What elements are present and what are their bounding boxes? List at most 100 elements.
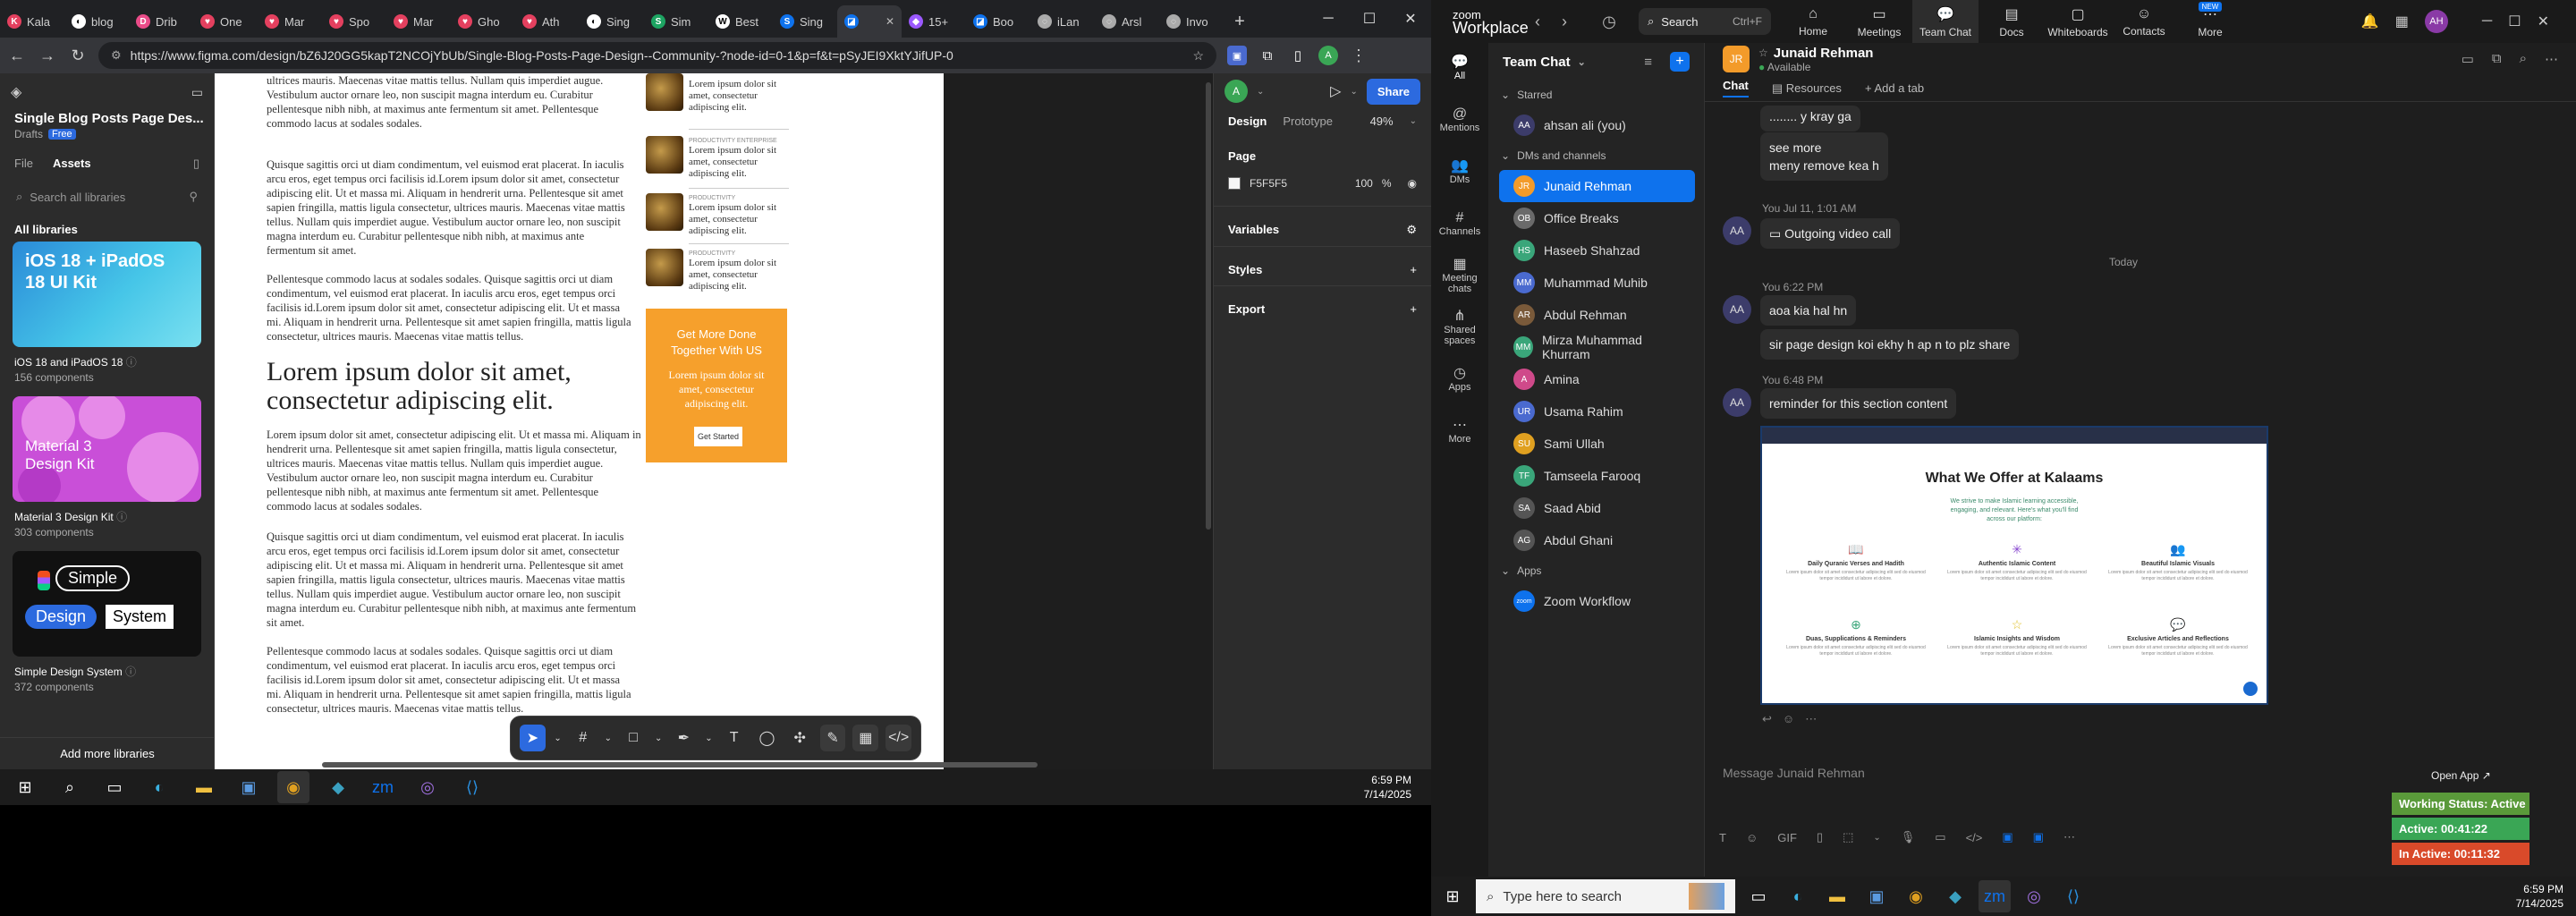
gif-icon[interactable]: GIF [1777,831,1797,844]
chevron-down-icon[interactable]: ⌄ [1257,87,1264,97]
chat-item[interactable]: AR Abdul Rehman [1499,299,1695,331]
browser-tab[interactable]: ◌ Invo [1159,5,1224,38]
drafts-label[interactable]: Drafts [14,128,43,140]
windows-start-icon[interactable]: ⊞ [9,771,41,803]
move-tool-icon[interactable]: ➤ [520,725,546,751]
apps-group[interactable]: ⌄ Apps [1488,556,1704,585]
tab-assets[interactable]: Assets [53,157,91,171]
minimize-icon[interactable]: ─ [1308,11,1349,27]
video-call-message[interactable]: ▭ Outgoing video call [1760,218,1901,249]
zoom-tab-team-chat[interactable]: 💬 Team Chat [1912,0,1979,43]
chevron-down-icon[interactable]: ⌄ [1350,87,1357,97]
vscode-icon[interactable]: ⟨⟩ [2057,880,2089,912]
extension-icon[interactable]: ▣ [1227,46,1247,65]
new-chat-button[interactable]: + [1670,52,1690,72]
chat-item[interactable]: SU Sami Ullah [1499,428,1695,460]
figma-canvas[interactable]: ultrices mauris. Maecenas vitae mattis t… [215,73,1213,769]
zoom-tab-docs[interactable]: ▤ Docs [1979,0,2045,43]
sidebar-post[interactable]: PRODUCTIVITY Lorem ipsum dolor sit amet,… [646,249,789,293]
vpn-icon[interactable]: ◆ [322,771,354,803]
comment-tool-icon[interactable]: ◯ [754,725,780,751]
zoom-search[interactable]: ⌕ Search Ctrl+F [1639,8,1771,35]
chat-item[interactable]: UR Usama Rahim [1499,395,1695,428]
library-card-material[interactable]: Material 3 Design Kit [13,396,201,502]
zoom-tab-whiteboards[interactable]: ▢ Whiteboards [2045,0,2111,43]
back-icon[interactable]: ← [7,47,27,65]
site-info-icon[interactable]: ⚙ [111,48,122,63]
chrome-icon[interactable]: ◉ [277,771,309,803]
github-icon[interactable]: ◎ [411,771,444,803]
tab-resources[interactable]: ▤ Resources [1772,81,1842,96]
screen-share-icon[interactable]: ⧉ [2492,51,2502,67]
message-bubble[interactable]: ........ y kray ga [1760,106,1860,131]
browser-tab[interactable]: ◪ Boo [966,5,1030,38]
video-message-icon[interactable]: ▭ [1935,830,1945,844]
rail-item-mentions[interactable]: @ Mentions [1431,95,1488,147]
file-explorer-icon[interactable]: ▬ [188,771,220,803]
rail-item-channels[interactable]: # Channels [1431,199,1488,250]
star-icon[interactable]: ☆ [1758,47,1768,59]
open-app-link[interactable]: Open App ↗ [2431,769,2491,782]
emoji-react-icon[interactable]: ☺ [1783,712,1794,726]
chrome-icon[interactable]: ◉ [1900,880,1932,912]
reply-icon[interactable]: ↩ [1762,712,1772,726]
maximize-icon[interactable]: ☐ [2508,13,2521,30]
browser-tab[interactable]: ♥ Mar [386,5,451,38]
message-bubble[interactable]: aoa kia hal hn [1760,295,1857,326]
browser-tab[interactable]: ♥ Gho [451,5,515,38]
message-bubble[interactable]: see more meny remove kea h [1760,132,1888,181]
browser-tab[interactable]: ♥ Spo [322,5,386,38]
close-tab-icon[interactable]: ✕ [886,15,894,28]
library-search[interactable]: ⌕ Search all libraries ⚲ [11,183,203,210]
page-color-row[interactable]: F5F5F5 100 % ◉ [1214,172,1431,195]
tab-file[interactable]: File [14,157,33,171]
dropdown-chevron-icon[interactable]: ⌄ [704,725,715,751]
chat-item[interactable]: SA Saad Abid [1499,492,1695,524]
back-icon[interactable]: ‹ [1524,13,1551,31]
attach-file-icon[interactable]: ▯ [1817,830,1823,844]
chat-item[interactable]: JR Junaid Rehman [1499,170,1695,202]
store-icon[interactable]: ▣ [233,771,265,803]
screenshot-icon[interactable]: ⬚ [1843,830,1853,844]
chat-item-zoom-workflow[interactable]: zoom Zoom Workflow [1499,585,1695,617]
history-icon[interactable]: ◷ [1596,13,1623,31]
sender-avatar[interactable]: AA [1723,295,1751,324]
bookmark-star-icon[interactable]: ☆ [1192,48,1204,64]
chat-item[interactable]: HS Haseeb Shahzad [1499,234,1695,267]
extensions-puzzle-icon[interactable]: ⧉ [1258,46,1277,65]
cta-card[interactable]: Get More Done Together With US Lorem ips… [646,309,787,462]
chat-list-title[interactable]: Team Chat [1503,55,1571,70]
vpn-icon[interactable]: ◆ [1939,880,1971,912]
browser-tab[interactable]: ◌ Arsl [1095,5,1159,38]
video-call-icon[interactable]: ▭ [2462,51,2474,67]
browser-menu-icon[interactable]: ⋮ [1349,47,1368,65]
dev-mode-icon[interactable]: </> [886,725,912,751]
actions-tool-icon[interactable]: ✣ [787,725,813,751]
audio-message-icon[interactable]: 🎙 [1901,830,1916,844]
starred-group[interactable]: ⌄ Starred [1488,81,1704,109]
more-icon[interactable]: ⋯ [2063,830,2075,844]
edge-icon[interactable]: ◐ [1782,880,1814,912]
browser-tab[interactable]: K Kala [0,5,64,38]
zoom-taskbar-icon[interactable]: zm [1979,880,2011,912]
shape-tool-icon[interactable]: □ [621,725,647,751]
add-style-icon[interactable]: + [1410,263,1417,276]
sidebar-post[interactable]: PRODUCTIVITY Lorem ipsum dolor sit amet,… [646,193,789,238]
dropdown-chevron-icon[interactable]: ⌄ [553,725,564,751]
zoom-tab-more[interactable]: NEW ⋯ More [2177,0,2243,43]
library-search-input[interactable]: Search all libraries [30,191,125,204]
sender-avatar[interactable]: AA [1723,388,1751,417]
draw-mode-icon[interactable]: ✎ [819,725,846,751]
minimize-icon[interactable]: ─ [2482,13,2492,30]
close-icon[interactable]: ✕ [2538,13,2549,30]
pen-tool-icon[interactable]: ✒ [671,725,697,751]
export-section[interactable]: Export + [1214,285,1431,325]
profile-avatar[interactable]: A [1318,46,1338,65]
design-mode-icon[interactable]: ▦ [852,725,879,751]
chevron-down-icon[interactable]: ⌄ [1410,116,1417,126]
vscode-icon[interactable]: ⟨⟩ [456,771,488,803]
present-play-icon[interactable]: ▷ [1330,82,1341,100]
browser-tab[interactable]: ◆ 15+ [902,5,966,38]
zoom-tab-meetings[interactable]: ▭ Meetings [1846,0,1912,43]
rail-item-apps[interactable]: ◷ Apps [1431,354,1488,406]
